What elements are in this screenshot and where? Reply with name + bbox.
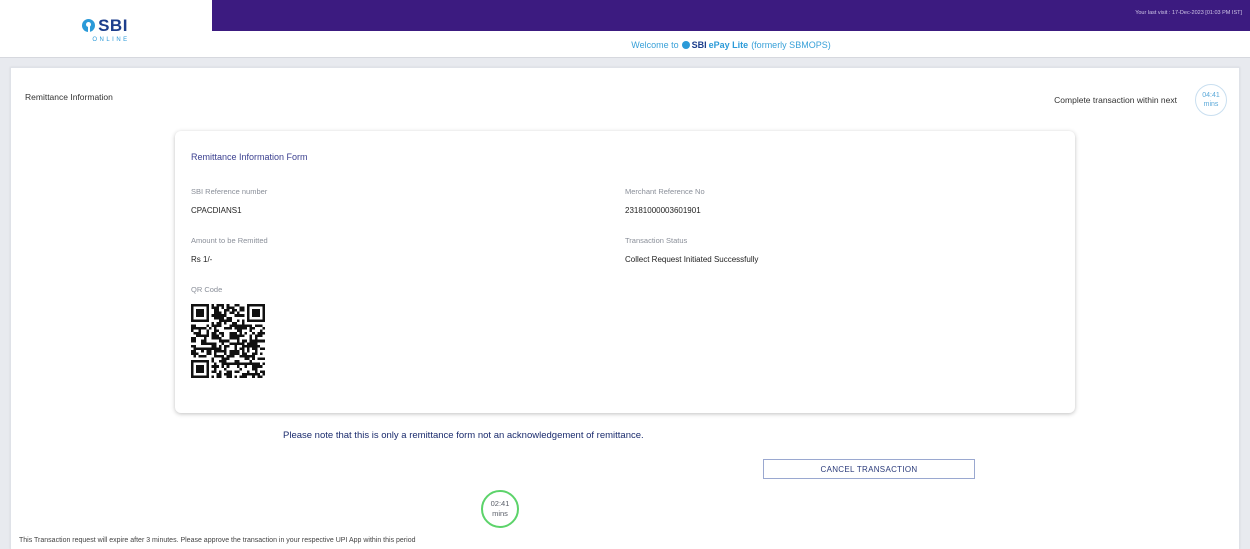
amount-value: Rs 1/- [191, 255, 213, 264]
welcome-product: ePay Lite [708, 39, 749, 50]
session-timer-badge: 04:41 mins [1195, 84, 1227, 116]
sbi-reference-value: CPACDIANS1 [191, 206, 242, 215]
logo-text: SBI [98, 15, 128, 35]
merchant-reference-value: 23181000003601901 [625, 206, 701, 215]
sbi-reference-label: SBI Reference number [191, 187, 268, 196]
page-header: SBI ONLINE Your last visit : 17-Dec-2023… [0, 0, 1250, 58]
top-bar: Your last visit : 17-Dec-2023 [01:03 PM … [212, 0, 1250, 31]
countdown-timer: 02:41 mins [481, 490, 519, 528]
amount-label: Amount to be Remitted [191, 236, 268, 245]
sbi-logo[interactable]: SBI ONLINE [0, 0, 210, 58]
upi-qr-code [191, 304, 265, 378]
session-timer-unit: mins [1203, 101, 1219, 108]
remittance-note: Please note that this is only a remittan… [283, 430, 644, 441]
qr-code-label: QR Code [191, 285, 223, 294]
form-title: Remittance Information Form [191, 152, 308, 162]
logo-subtext: ONLINE [92, 36, 130, 43]
welcome-banner: Welcome to SBI ePay Lite (formerly SBMOP… [212, 31, 1250, 58]
countdown-value: 02:41 [490, 499, 510, 508]
welcome-prefix: Welcome to [631, 39, 679, 50]
timer-label: Complete transaction within next [1054, 95, 1177, 105]
sbi-brand-icon [681, 40, 690, 49]
expiry-notice: This Transaction request will expire aft… [19, 537, 416, 544]
remittance-form-card: Remittance Information Form SBI Referenc… [175, 131, 1075, 413]
sbi-logo-icon [82, 19, 96, 32]
cancel-transaction-button[interactable]: CANCEL TRANSACTION [763, 459, 975, 479]
merchant-reference-label: Merchant Reference No [625, 187, 705, 196]
transaction-status-label: Transaction Status [625, 236, 688, 245]
welcome-brand-text: SBI [691, 39, 707, 50]
countdown-unit: mins [492, 509, 508, 518]
session-timer-value: 04:41 [1202, 92, 1220, 99]
section-title: Remittance Information [25, 92, 113, 102]
transaction-status-value: Collect Request Initiated Successfully [625, 255, 759, 264]
welcome-suffix: (formerly SBMOPS) [751, 39, 831, 50]
last-visit-text: Your last visit : 17-Dec-2023 [01:03 PM … [1135, 10, 1242, 16]
remittance-panel: Remittance Information Complete transact… [10, 67, 1240, 549]
welcome-brand: SBI ePay Lite [681, 39, 749, 50]
